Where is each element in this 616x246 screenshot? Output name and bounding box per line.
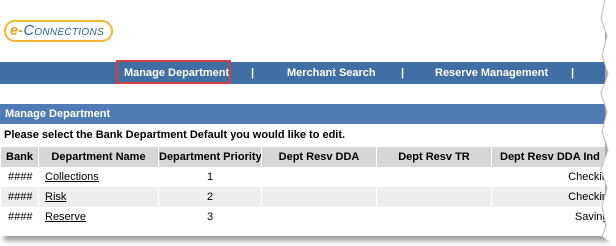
nav-separator: | [401, 67, 405, 79]
section-title-bar: Manage Department [0, 104, 605, 124]
department-table: Bank Department Name Department Priority… [0, 147, 605, 227]
logo-text: e-Connections [10, 23, 104, 39]
column-header-dept-resv-dda: Dept Resv DDA [262, 147, 376, 167]
nav-manage-department[interactable]: Manage Department [124, 62, 229, 84]
e-connections-logo[interactable]: e-Connections [4, 19, 113, 43]
cell-dept-resv-dda-ind: Checking [568, 171, 605, 183]
top-nav-bar: Manage Department | Merchant Search | Re… [0, 62, 605, 84]
column-header-bank: Bank [1, 147, 38, 167]
cell-department-name: Risk [39, 187, 158, 207]
column-header-department-name: Department Name [39, 147, 158, 167]
department-table-container: Bank Department Name Department Priority… [0, 147, 605, 227]
torn-edge-bottom [0, 227, 605, 236]
cell-bank: #### [1, 187, 38, 207]
cell-dept-resv-tr [377, 167, 491, 187]
table-row: #### Collections 1 Checking [1, 167, 605, 187]
nav-merchant-search[interactable]: Merchant Search [287, 62, 376, 84]
cell-dept-resv-dda [262, 187, 376, 207]
cell-bank: #### [8, 171, 33, 183]
table-row: #### Risk 2 Checking [1, 187, 605, 207]
department-link[interactable]: Collections [45, 171, 99, 183]
column-header-department-priority: Department Priority [159, 147, 261, 167]
column-header-dept-resv-dda-ind: Dept Resv DDA Ind [492, 147, 605, 167]
nav-reserve-management[interactable]: Reserve Management [435, 62, 548, 84]
nav-separator: | [251, 67, 255, 79]
logo-border: e-Connections [4, 20, 113, 42]
logo-word: Connections [23, 23, 104, 39]
screenshot-sheet: e-Connections Manage Department | Mercha… [0, 0, 605, 236]
cell-priority: 1 [206, 171, 214, 183]
cell-dept-resv-tr [377, 187, 491, 207]
cell-dept-resv-dda [262, 167, 376, 187]
column-header-dept-resv-tr: Dept Resv TR [377, 147, 491, 167]
table-header-row: Bank Department Name Department Priority… [1, 147, 605, 167]
nav-separator: | [571, 67, 575, 79]
department-link[interactable]: Risk [45, 191, 66, 203]
cell-dept-resv-dda-ind: Checking [492, 187, 605, 207]
cell-department-name: Collections [39, 167, 158, 187]
instructions-text: Please select the Bank Department Defaul… [4, 129, 346, 141]
logo-e: e- [10, 23, 24, 39]
cell-priority: 2 [159, 187, 261, 207]
